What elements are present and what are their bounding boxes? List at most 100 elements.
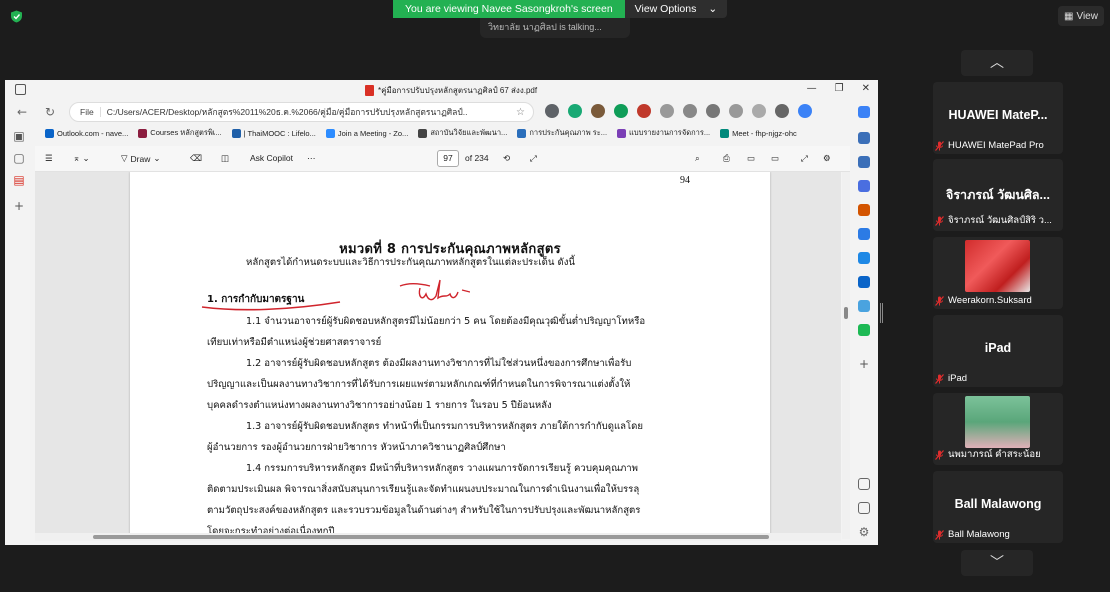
extension-icon[interactable] — [637, 104, 651, 118]
favorite-item[interactable]: Outlook.com - nave... — [45, 128, 128, 138]
erase-icon[interactable]: ⌫ — [190, 153, 202, 164]
document-line: 1.2 อาจารย์ผู้รับผิดชอบหลักสูตร ต้องมีผล… — [246, 358, 632, 369]
favorite-item[interactable]: สถาบันวิจัยและพัฒนา... — [418, 127, 507, 139]
settings-icon[interactable]: ⚙ — [823, 153, 831, 164]
telegram-icon[interactable] — [858, 300, 870, 312]
minimize-icon[interactable]: — — [807, 83, 817, 94]
gallery-down-arrow[interactable]: ﹀ — [961, 550, 1033, 576]
view-options-button[interactable]: View Options ⌄ — [624, 0, 728, 18]
rotate-icon[interactable]: ⟲ — [503, 153, 510, 164]
participant-name-label: Weerakorn.Suksard — [935, 295, 1032, 306]
address-bar[interactable]: File C:/Users/ACER/Desktop/หลักสูตร%2011… — [69, 102, 534, 122]
microsoft-365-icon[interactable] — [858, 252, 870, 264]
save-as-icon[interactable]: ▭ — [771, 153, 779, 164]
participant-display-name: Ball Malawong — [954, 497, 1042, 511]
participant-tile[interactable]: นพมาภรณ์ คำสระน้อย — [933, 393, 1063, 465]
search-icon[interactable]: ⌕ — [695, 153, 700, 164]
favorite-item[interactable]: Meet - fhp-njgz-ohc — [720, 128, 797, 138]
more-icon[interactable] — [775, 104, 789, 118]
extension-icon[interactable] — [545, 104, 559, 118]
extension-icon[interactable] — [591, 104, 605, 118]
favorite-label: | ThaiMOOC : Lifelo... — [243, 128, 316, 138]
spotify-icon[interactable] — [858, 324, 870, 336]
document-line: เทียบเท่าหรือมีตำแหน่งผู้ช่วยศาสตราจารย์ — [207, 337, 382, 348]
fit-page-icon[interactable]: ⤢ — [530, 153, 537, 164]
save-icon[interactable]: ▭ — [747, 153, 755, 164]
refresh-icon[interactable]: ↻ — [45, 105, 55, 119]
pdf-canvas[interactable]: 94 หมวดที่ 8 การประกันคุณภาพหลักสูตร หลั… — [35, 172, 841, 539]
shared-browser-window: *คู่มือการปรับปรุงหลักสูตรนาฏศิลป์ 67 ส่… — [5, 80, 878, 545]
restore-icon[interactable]: ❐ — [835, 83, 844, 94]
favorite-item[interactable]: การประกันคุณภาพ ระ... — [517, 127, 607, 139]
page-view-icon[interactable]: ◫ — [221, 153, 229, 164]
contents-icon[interactable]: ☰ — [45, 153, 53, 164]
favorite-item[interactable]: แบบรายงานการจัดการ... — [617, 127, 710, 139]
gallery-up-arrow[interactable]: ︿ — [961, 50, 1033, 76]
view-button[interactable]: ▦ View — [1058, 6, 1104, 26]
participant-name-label: จิราภรณ์ วัฒนศิลป์สิริ ว... — [935, 213, 1052, 228]
page-tab-icon[interactable]: ▢ — [13, 152, 25, 164]
ask-copilot-button[interactable]: Ask Copilot — [250, 153, 293, 163]
star-icon[interactable]: ☆ — [516, 107, 525, 118]
participant-video — [965, 396, 1030, 448]
tab-actions-icon[interactable]: ▣ — [13, 130, 25, 142]
page-number: 94 — [680, 175, 690, 186]
copilot-icon[interactable] — [798, 104, 812, 118]
document-line: ปริญญาและเป็นผลงานทางวิชาการที่ได้รับการ… — [207, 379, 631, 390]
participant-tile[interactable]: Weerakorn.Suksard — [933, 237, 1063, 309]
shopping-icon[interactable] — [858, 180, 870, 192]
draw-button[interactable]: ▽ Draw ⌄ — [121, 153, 161, 164]
favorites-icon[interactable] — [683, 104, 697, 118]
print-icon[interactable]: ⎙ — [723, 153, 730, 164]
participant-tile[interactable]: HUAWEI MateP... HUAWEI MatePad Pro — [933, 82, 1063, 154]
participant-name-label: HUAWEI MatePad Pro — [935, 140, 1044, 151]
security-shield-icon[interactable] — [10, 10, 23, 23]
tools-icon[interactable] — [858, 204, 870, 216]
highlight-icon[interactable]: ⌅ ⌄ — [73, 153, 90, 164]
split-view-icon[interactable] — [858, 478, 870, 490]
close-icon[interactable]: ✕ — [862, 83, 870, 94]
window-controls: — ❐ ✕ — [807, 83, 870, 94]
new-tab-icon[interactable]: + — [13, 200, 25, 212]
mic-muted-icon — [935, 295, 944, 306]
tab-title[interactable]: *คู่มือการปรับปรุงหลักสูตรนาฏศิลป์ 67 ส่… — [365, 84, 537, 97]
participant-name-text: Weerakorn.Suksard — [948, 295, 1032, 306]
horizontal-scrollbar[interactable] — [35, 533, 841, 541]
participant-tile[interactable]: จิราภรณ์ วัฒนศิล... จิราภรณ์ วัฒนศิลป์สิร… — [933, 159, 1063, 231]
document-line: 1.1 จำนวนอาจารย์ผู้รับผิดชอบหลักสูตรมีไม… — [246, 316, 646, 327]
grammarly-icon[interactable] — [568, 104, 582, 118]
more-tools-icon[interactable]: ⋯ — [307, 153, 316, 164]
favorite-item[interactable]: Courses หลักสูตรพิเ... — [138, 127, 222, 139]
workspaces-icon[interactable] — [15, 84, 26, 95]
collections-icon[interactable] — [706, 104, 720, 118]
open-window-icon[interactable] — [858, 502, 870, 514]
scroll-thumb[interactable] — [844, 307, 848, 319]
favorite-item[interactable]: Join a Meeting - Zo... — [325, 128, 408, 138]
outlook-icon[interactable] — [858, 276, 870, 288]
pdf-tab-icon[interactable]: ▤ — [13, 174, 25, 186]
participant-name-text: นพมาภรณ์ คำสระน้อย — [948, 449, 1041, 460]
scroll-thumb[interactable] — [93, 535, 769, 539]
profile-avatar[interactable] — [752, 104, 766, 118]
settings-icon[interactable]: ⚙ — [858, 526, 870, 538]
favorite-icon — [418, 128, 428, 138]
participant-tile[interactable]: Ball Malawong Ball Malawong — [933, 471, 1063, 543]
games-icon[interactable] — [858, 228, 870, 240]
participant-tile[interactable]: iPad iPad — [933, 315, 1063, 387]
copilot-icon[interactable] — [858, 106, 870, 118]
favorite-item[interactable]: | ThaiMOOC : Lifelo... — [231, 128, 316, 138]
page-number-input[interactable]: 97 — [437, 150, 459, 167]
mic-muted-icon — [935, 215, 944, 226]
extensions-icon[interactable] — [729, 104, 743, 118]
add-icon[interactable]: + — [858, 358, 870, 370]
extension-icon[interactable] — [614, 104, 628, 118]
vertical-scrollbar[interactable] — [842, 172, 850, 539]
notifications-icon[interactable] — [858, 132, 870, 144]
split-screen-icon[interactable] — [660, 104, 674, 118]
talking-indicator: วิทยาลัย นาฏศิลป is talking... — [480, 18, 630, 38]
resize-handle[interactable] — [880, 303, 883, 323]
search-icon[interactable] — [858, 156, 870, 168]
document-line: 1.3 อาจารย์ผู้รับผิดชอบหลักสูตร ทำหน้าที… — [246, 421, 644, 432]
back-icon[interactable]: ← — [17, 105, 27, 119]
fullscreen-icon[interactable]: ⤢ — [801, 153, 808, 164]
